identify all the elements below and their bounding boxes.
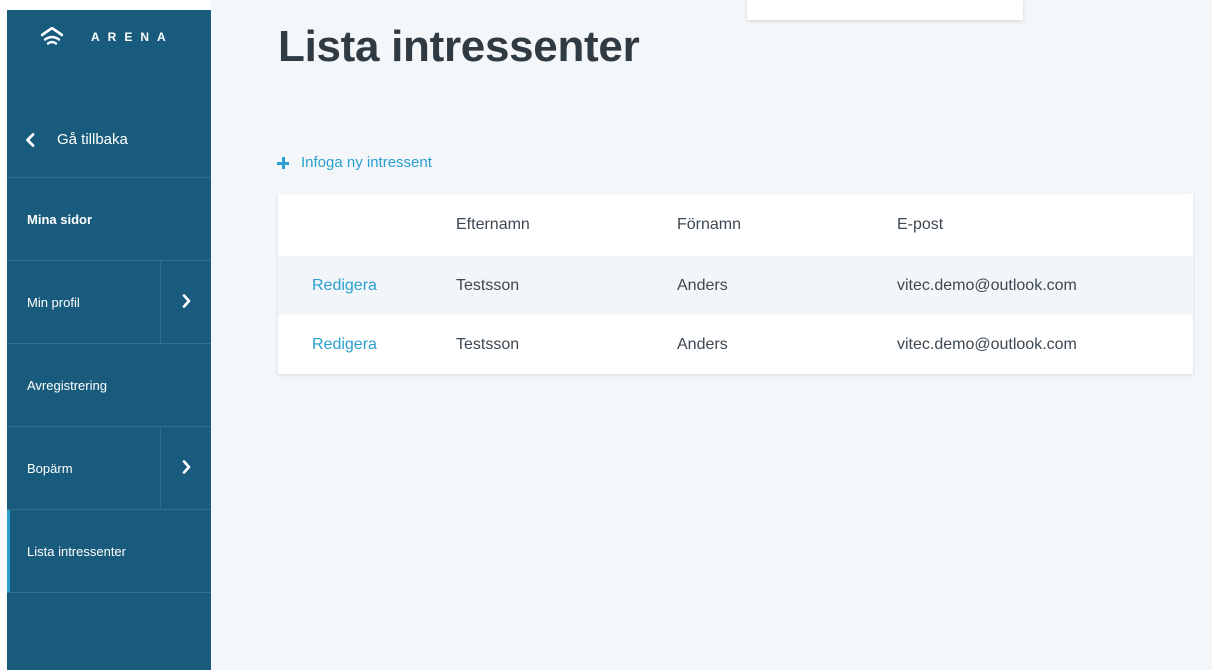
table-cell-epost: vitec.demo@outlook.com	[897, 276, 1077, 294]
plus-icon	[277, 156, 289, 169]
page-title: Lista intressenter	[278, 22, 640, 71]
table-header-row: Efternamn Förnamn E-post	[278, 194, 1193, 256]
sidebar-item-label: Mina sidor	[27, 211, 93, 227]
expand-min-profil-button[interactable]	[160, 261, 211, 343]
dropdown-panel	[747, 0, 1023, 20]
edit-link[interactable]: Redigera	[312, 336, 377, 353]
logo-text: ARENA	[91, 30, 174, 44]
table-cell-fornamn: Anders	[677, 335, 728, 353]
edit-link[interactable]: Redigera	[312, 277, 377, 294]
sidebar-nav: Gå tillbaka Mina sidor Min profil Avregi…	[7, 102, 211, 593]
table-row: Redigera Testsson Anders vitec.demo@outl…	[278, 256, 1193, 315]
column-header-epost[interactable]: E-post	[897, 216, 1193, 234]
logo[interactable]: ARENA	[41, 26, 174, 48]
chevron-right-icon	[182, 293, 191, 311]
sidebar-item-avregistrering[interactable]: Avregistrering	[7, 344, 211, 427]
chevron-right-icon	[182, 459, 191, 477]
sidebar-item-boparm[interactable]: Bopärm	[7, 427, 211, 510]
sidebar-item-label: Avregistrering	[27, 377, 107, 393]
sidebar-item-label: Lista intressenter	[27, 543, 126, 559]
sidebar-item-min-profil[interactable]: Min profil	[7, 261, 211, 344]
intressenter-table: Efternamn Förnamn E-post Redigera Testss…	[278, 194, 1193, 374]
back-button[interactable]: Gå tillbaka	[7, 102, 211, 178]
table-row: Redigera Testsson Anders vitec.demo@outl…	[278, 315, 1193, 374]
main-content: Lista intressenter Infoga ny intressent …	[211, 0, 1212, 670]
column-header-fornamn[interactable]: Förnamn	[677, 216, 897, 234]
column-header-efternamn[interactable]: Efternamn	[456, 216, 677, 234]
table-cell-efternamn: Testsson	[456, 335, 520, 353]
table-cell-action: Redigera	[278, 336, 456, 354]
wifi-house-icon	[41, 27, 63, 47]
back-label: Gå tillbaka	[57, 131, 128, 148]
chevron-left-icon	[25, 132, 41, 147]
sidebar-item-lista-intressenter[interactable]: Lista intressenter	[7, 510, 211, 593]
table-cell-fornamn: Anders	[677, 276, 728, 294]
add-intressent-button[interactable]: Infoga ny intressent	[277, 154, 432, 171]
add-intressent-label: Infoga ny intressent	[301, 154, 432, 171]
sidebar: ARENA Gå tillbaka Mina sidor Min profil	[7, 10, 211, 670]
table-cell-action: Redigera	[278, 277, 456, 295]
table-cell-efternamn: Testsson	[456, 276, 520, 294]
expand-boparm-button[interactable]	[160, 427, 211, 509]
table-cell-epost: vitec.demo@outlook.com	[897, 335, 1077, 353]
sidebar-item-mina-sidor[interactable]: Mina sidor	[7, 178, 211, 261]
